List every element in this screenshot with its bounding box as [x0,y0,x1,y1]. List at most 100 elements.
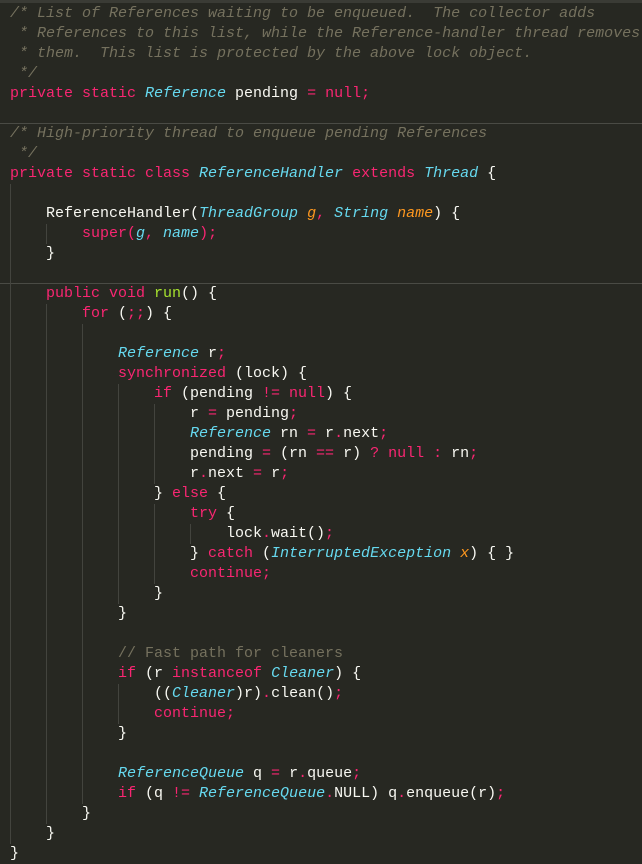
code-line[interactable]: ReferenceHandler(ThreadGroup g, String n… [0,204,642,224]
indent-guide [82,704,118,724]
code-line[interactable]: synchronized (lock) { [0,364,642,384]
indent-guide [46,524,82,544]
indent-guide [118,544,154,564]
code-line[interactable]: } [0,604,642,624]
indent-guide [118,584,154,604]
code-line[interactable] [0,744,642,764]
indent-guide [46,364,82,384]
indent-guide [10,384,46,404]
indent-guide [82,544,118,564]
code-editor[interactable]: /* List of References waiting to be enqu… [0,0,642,864]
code-line[interactable]: if (pending != null) { [0,384,642,404]
indent-guide [10,464,46,484]
code-line[interactable]: */ [0,64,642,84]
indent-guide [10,344,46,364]
code-line[interactable]: super(g, name); [0,224,642,244]
code-line[interactable]: lock.wait(); [0,524,642,544]
code-token: ? null : [370,445,452,462]
indent-guide [10,644,46,664]
code-token: = null; [307,85,371,102]
indent-guide [46,564,82,584]
code-line[interactable]: } [0,244,642,264]
code-line[interactable]: */ [0,144,642,164]
code-token: */ [10,145,38,162]
code-token: ) { [334,665,362,682]
code-line[interactable] [0,104,642,124]
code-token: = [307,425,326,442]
code-token: = [262,445,281,462]
indent-guide [10,224,46,244]
code-line[interactable]: Reference r; [0,344,642,364]
code-token: Cleaner [172,685,236,702]
code-line[interactable]: public void run() { [0,284,642,304]
code-line[interactable]: r = pending; [0,404,642,424]
code-token: . [262,685,272,702]
code-token: // Fast path for cleaners [118,645,344,662]
code-line[interactable]: for (;;) { [0,304,642,324]
code-line[interactable]: pending = (rn == r) ? null : rn; [0,444,642,464]
code-line[interactable]: continue; [0,564,642,584]
code-token: (rn [280,445,317,462]
code-token: /* List of References waiting to be enqu… [10,5,596,22]
code-token: next [208,465,254,482]
code-line[interactable]: private static class ReferenceHandler ex… [0,164,642,184]
code-line[interactable]: } [0,844,642,864]
indent-guide [46,704,82,724]
code-line[interactable]: ReferenceQueue q = r.queue; [0,764,642,784]
indent-guide [10,184,46,204]
code-line[interactable]: if (r instanceof Cleaner) { [0,664,642,684]
indent-guide [10,504,46,524]
code-line[interactable]: } [0,724,642,744]
code-line[interactable] [0,624,642,644]
code-line[interactable]: /* List of References waiting to be enqu… [0,4,642,24]
indent-guide [10,604,46,624]
code-line[interactable]: } [0,584,642,604]
code-line[interactable]: ((Cleaner)r).clean(); [0,684,642,704]
code-token: r [271,465,281,482]
code-line[interactable]: r.next = r; [0,464,642,484]
code-line[interactable] [0,184,642,204]
code-token: (( [154,685,173,702]
code-line[interactable]: continue; [0,704,642,724]
indent-guide [10,404,46,424]
code-token: g [307,205,317,222]
code-token: } [154,585,164,602]
code-token: pending [226,405,290,422]
code-token: } [46,245,56,262]
code-token: == [316,445,344,462]
code-token: . [298,765,308,782]
code-token: } [190,545,209,562]
indent-guide [10,324,46,344]
code-token: run [154,285,182,302]
code-line[interactable]: // Fast path for cleaners [0,644,642,664]
indent-guide [190,524,226,544]
code-line[interactable]: } catch (InterruptedException x) { } [0,544,642,564]
indent-guide [82,424,118,444]
code-token: , [145,225,164,242]
code-line[interactable]: Reference rn = r.next; [0,424,642,444]
indent-guide [46,224,82,244]
code-line[interactable]: try { [0,504,642,524]
code-token: private static [10,85,146,102]
code-line[interactable] [0,324,642,344]
indent-guide [82,364,118,384]
code-line[interactable]: /* High-priority thread to enqueue pendi… [0,124,642,144]
code-token: . [334,425,344,442]
code-line[interactable]: private static Reference pending = null; [0,84,642,104]
code-token: String [334,205,398,222]
code-line[interactable]: } [0,804,642,824]
code-line[interactable] [0,264,642,284]
code-token: private static class [10,165,200,182]
code-line[interactable]: * them. This list is protected by the ab… [0,44,642,64]
code-line[interactable]: * References to this list, while the Ref… [0,24,642,44]
indent-guide [10,624,46,644]
code-token: )r) [235,685,263,702]
indent-guide [118,464,154,484]
indent-guide [118,484,154,504]
indent-guide [82,344,118,364]
indent-guide [10,364,46,384]
code-line[interactable]: if (q != ReferenceQueue.NULL) q.enqueue(… [0,784,642,804]
code-line[interactable]: } else { [0,484,642,504]
indent-guide [118,504,154,524]
code-line[interactable]: } [0,824,642,844]
